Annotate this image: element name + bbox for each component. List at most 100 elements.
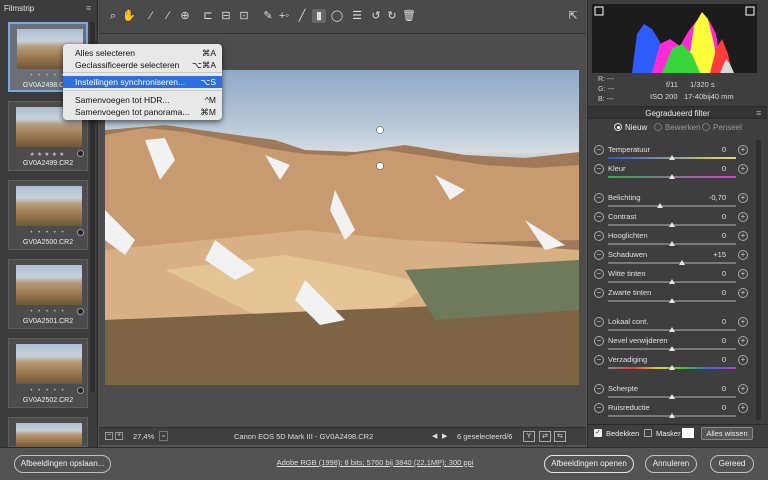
rotate-right-icon[interactable]: ↻	[385, 9, 399, 23]
decrease-icon[interactable]: −	[594, 403, 604, 413]
thumbnail-rating[interactable]: ★★★★★	[9, 151, 87, 158]
slider-handle[interactable]	[669, 394, 675, 399]
increase-icon[interactable]: +	[738, 384, 748, 394]
highlight-clipping-icon[interactable]	[745, 6, 755, 16]
decrease-icon[interactable]: −	[594, 384, 604, 394]
increase-icon[interactable]: +	[738, 193, 748, 203]
white-balance-icon[interactable]: ⁄	[144, 9, 158, 23]
preferences-icon[interactable]: ☰	[350, 9, 364, 23]
slider-value[interactable]: 0	[696, 403, 726, 412]
thumbnail-rating[interactable]: • • • • •	[9, 388, 87, 394]
menu-item[interactable]: Samenvoegen tot panorama... ⌘M	[63, 106, 222, 118]
slider-handle[interactable]	[669, 222, 675, 227]
radial-filter-icon[interactable]: ◯	[330, 9, 344, 23]
decrease-icon[interactable]: −	[594, 336, 604, 346]
hand-icon[interactable]: ✋	[122, 9, 136, 23]
adjustment-brush-icon[interactable]: ╱	[295, 9, 309, 23]
slider-handle[interactable]	[669, 365, 675, 370]
gradient-pin-bottom[interactable]	[376, 162, 384, 170]
decrease-icon[interactable]: −	[594, 212, 604, 222]
slider-track[interactable]	[608, 262, 736, 264]
slider-value[interactable]: 0	[696, 355, 726, 364]
panel-scrollbar[interactable]	[756, 140, 761, 420]
slider-value[interactable]: -0,70	[696, 193, 726, 202]
slider-handle[interactable]	[669, 298, 675, 303]
copy-settings-icon[interactable]: ⇆	[554, 431, 566, 442]
decrease-icon[interactable]: −	[594, 317, 604, 327]
increase-icon[interactable]: +	[738, 317, 748, 327]
slider-handle[interactable]	[669, 413, 675, 418]
decrease-icon[interactable]: −	[594, 355, 604, 365]
slider-value[interactable]: 0	[696, 212, 726, 221]
slider-track[interactable]	[608, 205, 736, 207]
swap-settings-icon[interactable]: ⇄	[539, 431, 551, 442]
decrease-icon[interactable]: −	[594, 193, 604, 203]
decrease-icon[interactable]: −	[594, 269, 604, 279]
workflow-options-link[interactable]: Adobe RGB (1998); 8 bits; 5760 bij 3840 …	[250, 458, 500, 467]
slider-value[interactable]: 0	[696, 336, 726, 345]
mode-radio-penseel[interactable]	[702, 123, 710, 131]
slider-value[interactable]: 0	[696, 269, 726, 278]
mode-label-bewerken[interactable]: Bewerken	[665, 123, 701, 132]
menu-item[interactable]: Geclassificeerde selecteren ⌥⌘A	[63, 59, 222, 71]
spot-removal-icon[interactable]: ✎	[261, 9, 275, 23]
open-images-button[interactable]: Afbeeldingen openen	[544, 455, 634, 473]
zoom-out-button[interactable]: −	[105, 432, 113, 440]
slider-value[interactable]: 0	[696, 145, 726, 154]
slider-value[interactable]: 0	[696, 231, 726, 240]
zoom-dropdown-icon[interactable]: ⌄	[159, 431, 168, 441]
slider-value[interactable]: 0	[696, 164, 726, 173]
decrease-icon[interactable]: −	[594, 288, 604, 298]
mode-radio-nieuw[interactable]	[614, 123, 622, 131]
menu-item[interactable]: Instellingen synchroniseren... ⌥S	[63, 76, 222, 88]
mode-label-penseel[interactable]: Penseel	[713, 123, 742, 132]
gradient-pin-top[interactable]	[376, 126, 384, 134]
increase-icon[interactable]: +	[738, 355, 748, 365]
increase-icon[interactable]: +	[738, 164, 748, 174]
slider-handle[interactable]	[669, 241, 675, 246]
red-eye-icon[interactable]: +◦	[277, 9, 291, 23]
fullscreen-icon[interactable]: ⇱	[566, 9, 580, 23]
decrease-icon[interactable]: −	[594, 145, 604, 155]
slider-handle[interactable]	[657, 203, 663, 208]
overlay-checkbox[interactable]: ✓	[594, 429, 602, 437]
color-sampler-icon[interactable]: ⁄	[161, 9, 175, 23]
zoom-icon[interactable]: ⌕	[106, 9, 120, 23]
menu-item[interactable]: Samenvoegen tot HDR... ^M	[63, 94, 222, 106]
trash-icon[interactable]: 🗑	[402, 9, 416, 23]
done-button[interactable]: Gereed	[710, 455, 754, 473]
thumbnail-rating[interactable]: • • • • •	[9, 309, 87, 315]
thumbnail-rating[interactable]: • • • • •	[9, 230, 87, 236]
increase-icon[interactable]: +	[738, 231, 748, 241]
transform-icon[interactable]: ⊡	[237, 9, 251, 23]
mode-radio-bewerken[interactable]	[654, 123, 662, 131]
menu-item[interactable]: Alles selecteren ⌘A	[63, 47, 222, 59]
targeted-adjustment-icon[interactable]: ⊕	[178, 9, 192, 23]
slider-handle[interactable]	[669, 346, 675, 351]
filmstrip-thumbnail[interactable]: • • • • • GV0A2502.CR2	[8, 338, 88, 408]
slider-handle[interactable]	[669, 327, 675, 332]
decrease-icon[interactable]: −	[594, 250, 604, 260]
next-image-icon[interactable]: ▶	[442, 432, 447, 440]
increase-icon[interactable]: +	[738, 145, 748, 155]
increase-icon[interactable]: +	[738, 269, 748, 279]
increase-icon[interactable]: +	[738, 288, 748, 298]
panel-menu-icon[interactable]: ≡	[756, 108, 761, 118]
increase-icon[interactable]: +	[738, 212, 748, 222]
slider-value[interactable]: 0	[696, 317, 726, 326]
slider-handle[interactable]	[679, 260, 685, 265]
shadow-clipping-icon[interactable]	[594, 6, 604, 16]
rotate-left-icon[interactable]: ↺	[369, 9, 383, 23]
increase-icon[interactable]: +	[738, 336, 748, 346]
hamburger-icon[interactable]: ≡	[86, 4, 91, 13]
slider-handle[interactable]	[669, 279, 675, 284]
slider-value[interactable]: 0	[696, 288, 726, 297]
zoom-in-button[interactable]: +	[115, 432, 123, 440]
cancel-button[interactable]: Annuleren	[645, 455, 697, 473]
zoom-level[interactable]: 27,4%	[133, 432, 154, 441]
filmstrip-thumbnail[interactable]: • • • • • GV0A2500.CR2	[8, 180, 88, 250]
mask-checkbox[interactable]	[644, 429, 652, 437]
increase-icon[interactable]: +	[738, 250, 748, 260]
crop-icon[interactable]: ⊏	[201, 9, 215, 23]
mode-label-nieuw[interactable]: Nieuw	[625, 123, 647, 132]
